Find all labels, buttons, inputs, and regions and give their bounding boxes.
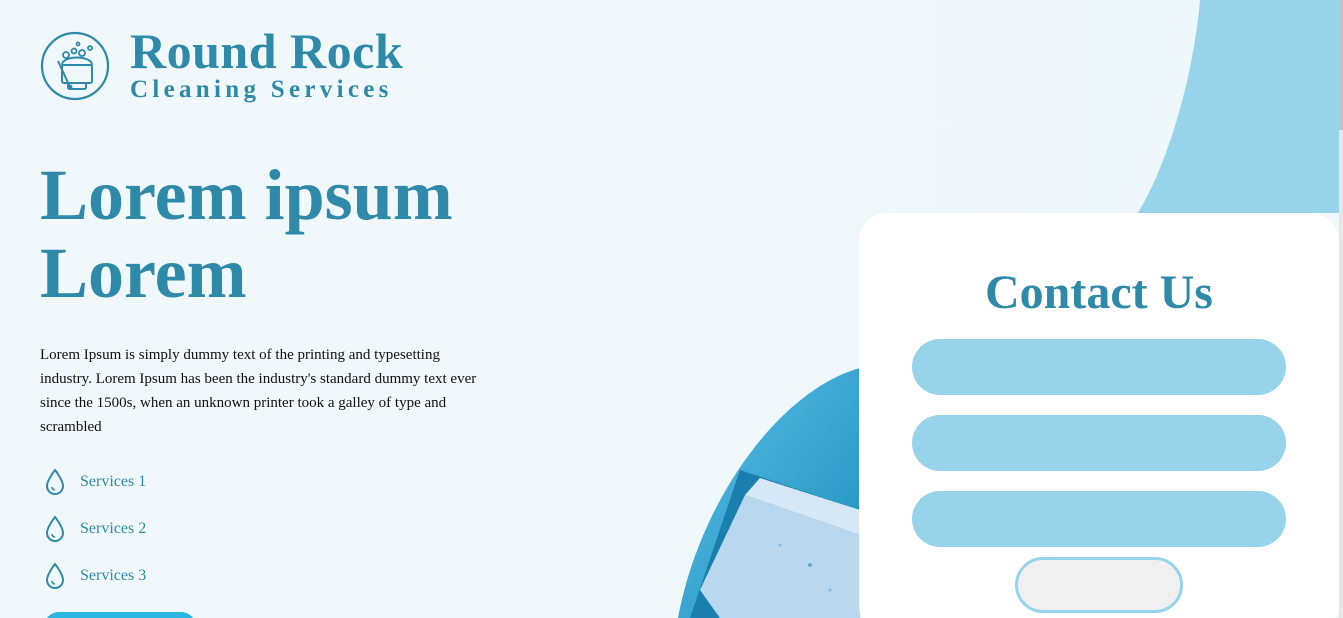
brand-subtitle: Cleaning Services <box>130 76 393 103</box>
water-drop-icon <box>45 467 65 495</box>
scrollbar-thumb[interactable] <box>1339 0 1343 130</box>
water-drop-icon <box>45 514 65 542</box>
submit-button[interactable] <box>1015 557 1183 613</box>
sponge-photo <box>678 368 860 618</box>
contact-form-card: Contact Us <box>859 213 1339 618</box>
service-label: Services 2 <box>80 519 147 537</box>
service-item-1[interactable]: Services 1 <box>40 458 146 505</box>
water-drop-icon <box>45 561 65 589</box>
cta-button[interactable] <box>44 612 196 618</box>
service-label: Services 3 <box>80 566 147 584</box>
brand: Round Rock Cleaning Services <box>130 23 404 104</box>
hero-title: Lorem ipsum Lorem <box>40 155 453 313</box>
page: Round Rock Cleaning Services Lorem ipsum… <box>0 0 1343 618</box>
hero-description: Lorem Ipsum is simply dummy text of the … <box>40 347 477 435</box>
service-label: Services 1 <box>80 472 147 490</box>
service-item-3[interactable]: Services 3 <box>40 552 146 599</box>
contact-field-3[interactable] <box>912 491 1286 547</box>
cleaning-bucket-icon[interactable] <box>40 31 110 101</box>
scrollbar[interactable] <box>1339 0 1343 618</box>
site-header: Round Rock Cleaning Services <box>40 23 404 104</box>
service-item-2[interactable]: Services 2 <box>40 505 146 552</box>
contact-field-1[interactable] <box>912 339 1286 395</box>
contact-title: Contact Us <box>985 266 1213 319</box>
contact-field-2[interactable] <box>912 415 1286 471</box>
services-list: Services 1 Services 2 Services 3 <box>40 458 146 599</box>
brand-title: Round Rock <box>130 23 404 79</box>
